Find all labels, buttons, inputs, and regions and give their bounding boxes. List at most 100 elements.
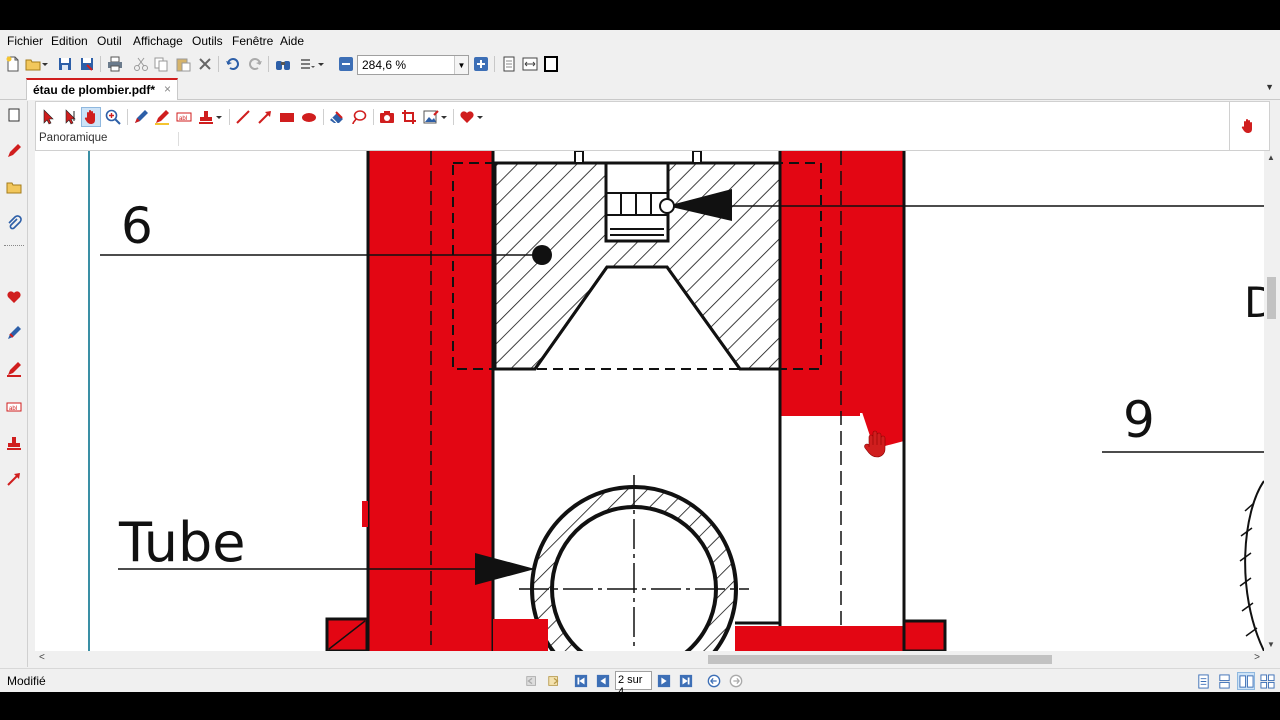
eraser-tool-icon[interactable] <box>327 107 347 127</box>
find-binoculars-icon[interactable] <box>274 55 292 73</box>
next-page-icon[interactable] <box>655 672 673 690</box>
document-tab-title: étau de plombier.pdf* <box>33 83 156 97</box>
arrow-tool-icon[interactable] <box>4 469 24 489</box>
menu-outils[interactable]: Outils <box>192 34 223 48</box>
print-icon[interactable] <box>106 55 124 73</box>
full-screen-icon[interactable] <box>542 55 560 73</box>
first-page-icon[interactable] <box>572 672 590 690</box>
drawing-label-partial-d: D <box>1244 278 1264 327</box>
select-text-icon[interactable] <box>60 107 80 127</box>
zoom-in-icon[interactable] <box>472 55 490 73</box>
rectangle-tool-icon[interactable] <box>277 107 297 127</box>
crop-tool-icon[interactable] <box>399 107 419 127</box>
menu-affichage[interactable]: Affichage <box>133 34 183 48</box>
paste-icon[interactable] <box>174 55 192 73</box>
panel-divider <box>4 245 24 246</box>
image-dropdown-icon[interactable] <box>439 107 449 127</box>
document-tab[interactable]: étau de plombier.pdf* × <box>26 78 178 100</box>
red-part-right <box>780 151 904 413</box>
zoom-out-icon[interactable] <box>337 55 355 73</box>
go-back-icon[interactable] <box>705 672 723 690</box>
document-tab-row: étau de plombier.pdf* × ▼ <box>0 76 1280 100</box>
highlighter-tool-icon[interactable] <box>4 359 24 379</box>
facing-view-icon[interactable] <box>1237 672 1255 690</box>
image-insert-icon[interactable] <box>421 107 441 127</box>
menu-fenetre[interactable]: Fenêtre <box>232 34 273 48</box>
menu-aide[interactable]: Aide <box>280 34 304 48</box>
go-forward-icon[interactable] <box>727 672 745 690</box>
new-document-icon[interactable] <box>4 55 22 73</box>
highlight-annotation-icon[interactable] <box>152 107 172 127</box>
screen-top-black-band <box>0 0 1280 30</box>
zoom-value: 284,6 % <box>362 58 407 72</box>
horizontal-scroll-thumb[interactable] <box>708 655 1052 664</box>
attachments-paperclip-icon[interactable] <box>4 213 24 233</box>
line-tool-icon[interactable] <box>233 107 253 127</box>
snapshot-camera-icon[interactable] <box>377 107 397 127</box>
fit-width-icon[interactable] <box>521 55 539 73</box>
cut-icon[interactable] <box>132 55 150 73</box>
favorites-heart-icon[interactable] <box>4 287 24 307</box>
copy-icon[interactable] <box>152 55 170 73</box>
single-page-view-icon[interactable] <box>1194 672 1212 690</box>
svg-text:abl: abl <box>9 406 17 412</box>
last-page-icon[interactable] <box>677 672 695 690</box>
zoom-dropdown-icon[interactable]: ▼ <box>454 56 468 74</box>
lasso-tool-icon[interactable] <box>349 107 369 127</box>
previous-view-icon[interactable] <box>523 672 541 690</box>
drawing-label-9: 9 <box>1123 391 1155 449</box>
favorite-tools-dropdown-icon[interactable] <box>475 107 485 127</box>
select-list-icon[interactable] <box>298 55 316 73</box>
application-window: Fichier Edition Outil Affichage Outils F… <box>0 30 1280 698</box>
current-tool-label: Panoramique <box>39 132 108 144</box>
continuous-view-icon[interactable] <box>1215 672 1233 690</box>
status-text: Modifié <box>7 674 46 688</box>
pan-hand-icon[interactable] <box>81 107 101 127</box>
annotations-panel-icon[interactable] <box>4 141 24 161</box>
ellipse-tool-icon[interactable] <box>299 107 319 127</box>
pencil-tool-icon[interactable] <box>4 323 24 343</box>
redo-icon[interactable] <box>246 55 264 73</box>
pages-panel-icon[interactable] <box>4 105 24 125</box>
text-field-icon[interactable]: abl <box>4 397 24 417</box>
menu-fichier[interactable]: Fichier <box>7 34 43 48</box>
previous-page-icon[interactable] <box>594 672 612 690</box>
stamp-dropdown-icon[interactable] <box>214 107 224 127</box>
delete-icon[interactable] <box>196 55 214 73</box>
tab-close-icon[interactable]: × <box>164 82 171 96</box>
scroll-left-icon[interactable]: < <box>39 652 45 663</box>
continuous-facing-view-icon[interactable] <box>1258 672 1276 690</box>
bookmarks-folder-icon[interactable] <box>4 177 24 197</box>
scroll-right-icon[interactable]: > <box>1254 652 1260 663</box>
open-dropdown-icon[interactable] <box>40 55 50 73</box>
menu-edition[interactable]: Edition <box>51 34 88 48</box>
undo-icon[interactable] <box>224 55 242 73</box>
menu-outil[interactable]: Outil <box>97 34 122 48</box>
stamp-tool-icon[interactable] <box>4 433 24 453</box>
zoom-tool-icon[interactable] <box>103 107 123 127</box>
document-viewer[interactable]: 6 9 Tube D <box>35 151 1264 651</box>
select-arrow-icon[interactable] <box>38 107 58 127</box>
fit-page-icon[interactable] <box>500 55 518 73</box>
stamp-annotation-icon[interactable] <box>196 107 216 127</box>
save-as-icon[interactable] <box>78 55 96 73</box>
next-view-icon[interactable] <box>545 672 563 690</box>
arrow-line-tool-icon[interactable] <box>255 107 275 127</box>
label-divider <box>178 132 179 146</box>
favorite-tools-heart-icon[interactable] <box>457 107 477 127</box>
save-icon[interactable] <box>56 55 74 73</box>
scroll-up-icon[interactable]: ▲ <box>1267 153 1275 162</box>
zoom-input[interactable]: 284,6 % ▼ <box>357 55 469 75</box>
screen-bottom-black-band <box>0 692 1280 720</box>
tab-list-dropdown-icon[interactable]: ▼ <box>1265 82 1274 92</box>
pencil-annotation-icon[interactable] <box>131 107 151 127</box>
horizontal-scrollbar[interactable]: < > <box>35 651 1264 667</box>
scroll-down-icon[interactable]: ▼ <box>1267 640 1275 649</box>
page-number-field[interactable]: 2 sur 4 <box>615 671 652 698</box>
select-dropdown-icon[interactable] <box>316 55 326 73</box>
current-tool-hand-icon[interactable] <box>1229 102 1265 150</box>
technical-drawing-canvas[interactable]: 6 9 Tube D <box>35 151 1264 651</box>
text-box-annotation-icon[interactable]: abl <box>174 107 194 127</box>
vertical-scrollbar[interactable]: ▲ ▼ <box>1264 151 1279 651</box>
vertical-scroll-thumb[interactable] <box>1267 277 1276 319</box>
